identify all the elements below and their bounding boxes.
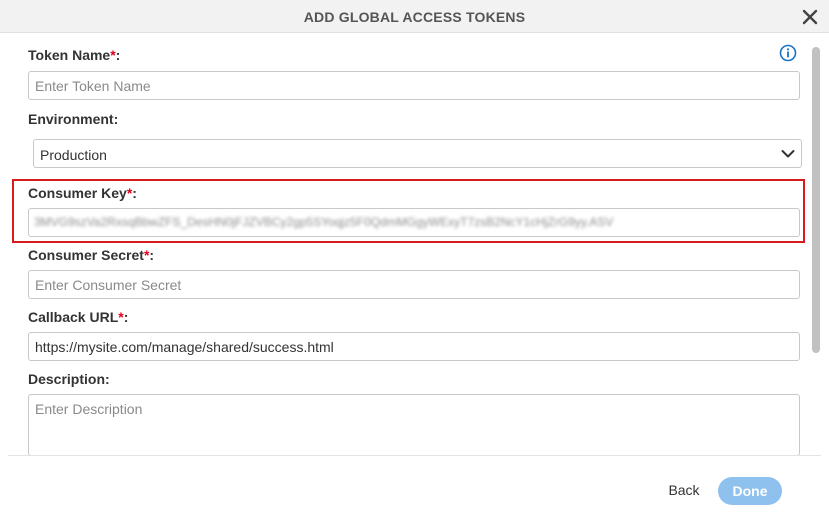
back-button[interactable]: Back — [660, 478, 708, 502]
footer-divider — [8, 455, 821, 456]
consumer-key-label: Consumer Key*: — [28, 185, 137, 201]
vertical-scrollbar[interactable] — [812, 47, 820, 353]
close-icon[interactable] — [801, 8, 819, 26]
consumer-secret-label: Consumer Secret*: — [28, 247, 155, 263]
callback-url-input[interactable] — [28, 332, 800, 361]
environment-selected-value: Production — [40, 147, 107, 163]
environment-select[interactable]: Production — [33, 139, 802, 168]
add-global-access-tokens-dialog: ADD GLOBAL ACCESS TOKENS Token Name*: En… — [0, 0, 829, 523]
environment-label: Environment: — [28, 111, 119, 127]
token-name-label: Token Name*: — [28, 47, 121, 63]
done-button[interactable]: Done — [718, 477, 782, 505]
dialog-footer: Back Done — [0, 455, 829, 523]
info-icon[interactable] — [779, 44, 797, 62]
chevron-down-icon — [781, 150, 795, 158]
description-textarea[interactable] — [28, 394, 800, 455]
dialog-header: ADD GLOBAL ACCESS TOKENS — [0, 0, 829, 33]
consumer-key-value: 3MVG9szVa2RxsqBbwZFS_DesHN0jFJZVBCy2gp5S… — [34, 215, 614, 229]
dialog-title: ADD GLOBAL ACCESS TOKENS — [303, 9, 526, 25]
consumer-secret-input[interactable] — [28, 270, 800, 299]
callback-url-label: Callback URL*: — [28, 309, 129, 325]
description-label: Description: — [28, 371, 110, 387]
dialog-body: Token Name*: Environment: Production Con… — [0, 33, 829, 455]
token-name-input[interactable] — [28, 71, 800, 100]
